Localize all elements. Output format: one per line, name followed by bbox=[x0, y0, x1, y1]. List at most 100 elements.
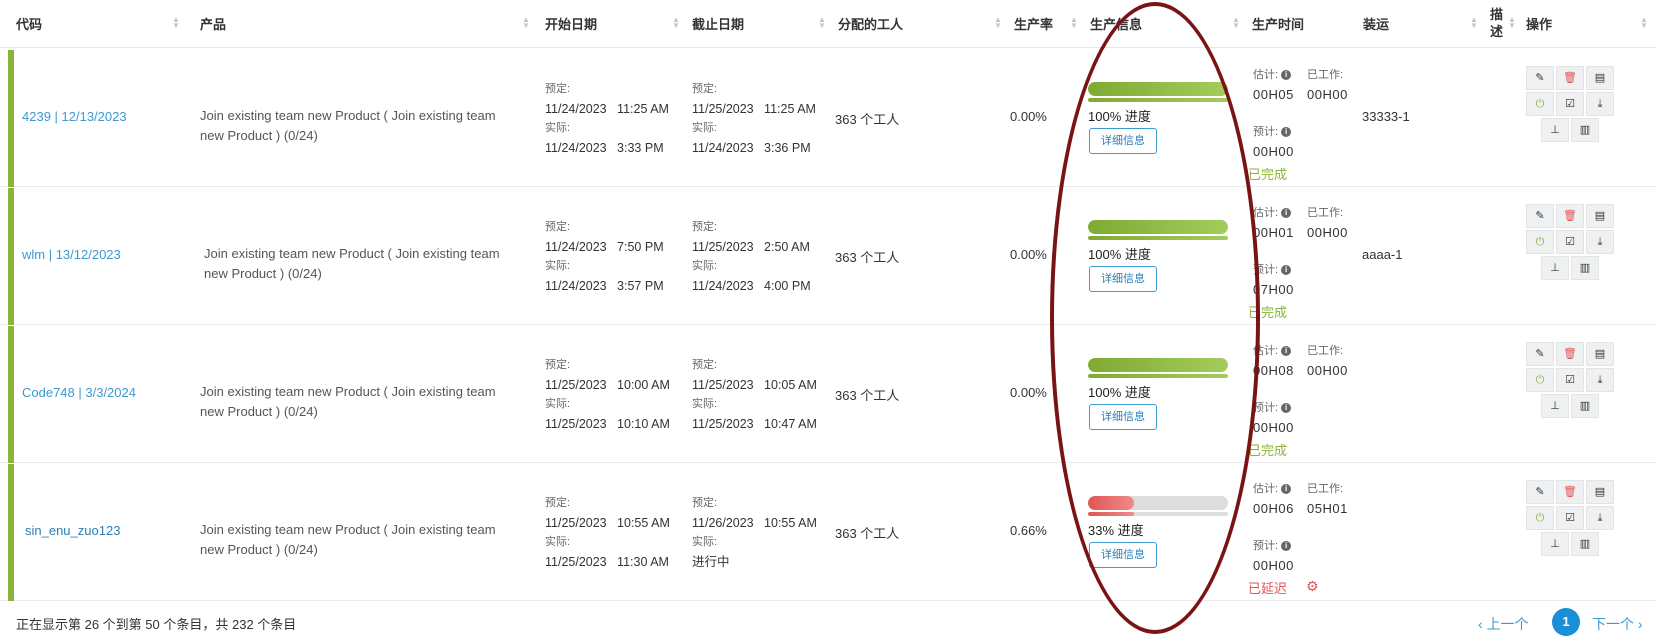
delete-icon[interactable]: 🗑 bbox=[1556, 66, 1584, 90]
sort-icon[interactable]: ▲ ▼ bbox=[994, 16, 1002, 31]
planned-label: 预定: bbox=[692, 497, 718, 509]
edit-icon[interactable]: ✎ bbox=[1526, 480, 1554, 504]
table-header: 代码 ▲ ▼ 产品 ▲ ▼ 开始日期 ▲ ▼ 截止日期 ▲ ▼ 分配的工人 ▲ ▼ 生产率… bbox=[0, 0, 1657, 48]
expected-value: 00H00 bbox=[1253, 420, 1294, 435]
info-icon[interactable]: i bbox=[1281, 403, 1292, 414]
estimate-label: 估计: i bbox=[1253, 204, 1292, 220]
hierarchy-icon[interactable]: ⊥ bbox=[1541, 532, 1569, 556]
progress-fill bbox=[1088, 220, 1228, 234]
column-header-end-date[interactable]: 截止日期 bbox=[692, 14, 744, 33]
column-header-workers[interactable]: 分配的工人 bbox=[838, 14, 903, 33]
assigned-workers: 363 个工人 bbox=[835, 526, 900, 541]
shipping-value: aaaa-1 bbox=[1362, 247, 1403, 262]
power-icon[interactable]: ⏻ bbox=[1526, 92, 1554, 116]
power-icon[interactable]: ⏻ bbox=[1526, 368, 1554, 392]
column-header-product[interactable]: 产品 bbox=[200, 14, 226, 33]
order-code-link[interactable]: Code748 | 3/3/2024 bbox=[22, 385, 136, 400]
column-header-start-date[interactable]: 开始日期 bbox=[545, 14, 597, 33]
details-button[interactable]: 详细信息 bbox=[1089, 542, 1157, 568]
check-icon[interactable]: ☑ bbox=[1556, 230, 1584, 254]
edit-icon[interactable]: ✎ bbox=[1526, 342, 1554, 366]
delete-icon[interactable]: 🗑 bbox=[1556, 480, 1584, 504]
sort-icon[interactable]: ▲ ▼ bbox=[172, 16, 180, 31]
sort-icon[interactable]: ▲ ▼ bbox=[522, 16, 530, 31]
column-header-actions: 操作 bbox=[1526, 17, 1553, 32]
info-icon[interactable]: i bbox=[1281, 484, 1292, 495]
column-header-production-info[interactable]: 生产信息 bbox=[1090, 14, 1142, 33]
table-row: 4239 | 12/13/2023 Join existing team new… bbox=[0, 50, 1657, 187]
file-icon[interactable]: ▤ bbox=[1586, 342, 1614, 366]
sort-icon[interactable]: ▲ ▼ bbox=[1508, 16, 1516, 31]
order-code-link[interactable]: sin_enu_zuo123 bbox=[25, 523, 120, 538]
info-icon[interactable]: i bbox=[1281, 541, 1292, 552]
order-code-link[interactable]: 4239 | 12/13/2023 bbox=[22, 109, 127, 124]
details-button[interactable]: 详细信息 bbox=[1089, 128, 1157, 154]
production-rate: 0.00% bbox=[1010, 247, 1047, 262]
previous-page-button[interactable]: ‹ 上一个 bbox=[1478, 614, 1529, 634]
product-name: Join existing team new Product ( Join ex… bbox=[200, 384, 496, 419]
download-icon[interactable]: ⤓ bbox=[1586, 230, 1614, 254]
worked-value: 05H01 bbox=[1307, 501, 1348, 516]
expected-label: 预计: i bbox=[1253, 123, 1292, 139]
current-page-button[interactable]: 1 bbox=[1552, 608, 1580, 636]
hierarchy-icon[interactable]: ⊥ bbox=[1541, 394, 1569, 418]
estimate-label: 估计: i bbox=[1253, 480, 1292, 496]
check-icon[interactable]: ☑ bbox=[1556, 368, 1584, 392]
file-icon[interactable]: ▤ bbox=[1586, 204, 1614, 228]
hierarchy-icon[interactable]: ⊥ bbox=[1541, 118, 1569, 142]
actual-label: 实际: bbox=[545, 260, 571, 272]
info-icon[interactable]: i bbox=[1281, 70, 1292, 81]
sort-icon[interactable]: ▲ ▼ bbox=[1470, 16, 1478, 31]
details-button[interactable]: 详细信息 bbox=[1089, 404, 1157, 430]
planned-label: 预定: bbox=[545, 359, 571, 371]
file-icon[interactable]: ▤ bbox=[1586, 66, 1614, 90]
sort-icon[interactable]: ▲ ▼ bbox=[672, 16, 680, 31]
file-icon[interactable]: ▤ bbox=[1586, 480, 1614, 504]
worked-value: 00H00 bbox=[1307, 225, 1348, 240]
info-icon[interactable]: i bbox=[1281, 208, 1292, 219]
check-icon[interactable]: ☑ bbox=[1556, 506, 1584, 530]
power-icon[interactable]: ⏻ bbox=[1526, 230, 1554, 254]
hierarchy-icon[interactable]: ⊥ bbox=[1541, 256, 1569, 280]
edit-icon[interactable]: ✎ bbox=[1526, 66, 1554, 90]
sort-icon[interactable]: ▲ ▼ bbox=[1640, 16, 1648, 31]
estimate-label: 估计: i bbox=[1253, 66, 1292, 82]
info-icon[interactable]: i bbox=[1281, 265, 1292, 276]
info-icon[interactable]: i bbox=[1281, 346, 1292, 357]
column-header-description[interactable]: 描述 bbox=[1490, 6, 1506, 40]
details-button[interactable]: 详细信息 bbox=[1089, 266, 1157, 292]
sort-icon[interactable]: ▲ ▼ bbox=[818, 16, 826, 31]
edit-icon[interactable]: ✎ bbox=[1526, 204, 1554, 228]
download-icon[interactable]: ⤓ bbox=[1586, 368, 1614, 392]
power-icon[interactable]: ⏻ bbox=[1526, 506, 1554, 530]
status-label: 已完成 bbox=[1248, 167, 1288, 182]
column-header-rate[interactable]: 生产率 bbox=[1014, 14, 1053, 33]
delete-icon[interactable]: 🗑 bbox=[1556, 204, 1584, 228]
assigned-workers: 363 个工人 bbox=[835, 250, 900, 265]
progress-text: 33% 进度 bbox=[1088, 523, 1144, 538]
barcode-icon[interactable]: ▥ bbox=[1571, 118, 1599, 142]
download-icon[interactable]: ⤓ bbox=[1586, 92, 1614, 116]
sort-icon[interactable]: ▲ ▼ bbox=[1070, 16, 1078, 31]
column-header-production-time[interactable]: 生产时间 bbox=[1252, 14, 1304, 33]
progress-fill bbox=[1088, 358, 1228, 372]
download-icon[interactable]: ⤓ bbox=[1586, 506, 1614, 530]
order-code-link[interactable]: wlm | 13/12/2023 bbox=[22, 247, 121, 262]
barcode-icon[interactable]: ▥ bbox=[1571, 256, 1599, 280]
expected-value: 00H00 bbox=[1253, 144, 1294, 159]
progress-text: 100% 进度 bbox=[1088, 247, 1151, 262]
barcode-icon[interactable]: ▥ bbox=[1571, 394, 1599, 418]
planned-label: 预定: bbox=[545, 497, 571, 509]
column-header-code[interactable]: 代码 bbox=[16, 14, 42, 33]
delete-icon[interactable]: 🗑 bbox=[1556, 342, 1584, 366]
actual-label: 实际: bbox=[545, 398, 571, 410]
barcode-icon[interactable]: ▥ bbox=[1571, 532, 1599, 556]
check-icon[interactable]: ☑ bbox=[1556, 92, 1584, 116]
sort-icon[interactable]: ▲ ▼ bbox=[1232, 16, 1240, 31]
progress-fill bbox=[1088, 374, 1228, 378]
column-header-shipping[interactable]: 装运 bbox=[1363, 14, 1389, 33]
end-date-cell: 预定: 11/25/2023 2:50 AM 实际: 11/24/2023 4:… bbox=[692, 218, 811, 296]
gears-icon[interactable]: ⚙ bbox=[1306, 578, 1319, 595]
info-icon[interactable]: i bbox=[1281, 127, 1292, 138]
next-page-button[interactable]: 下一个 › bbox=[1592, 614, 1643, 634]
